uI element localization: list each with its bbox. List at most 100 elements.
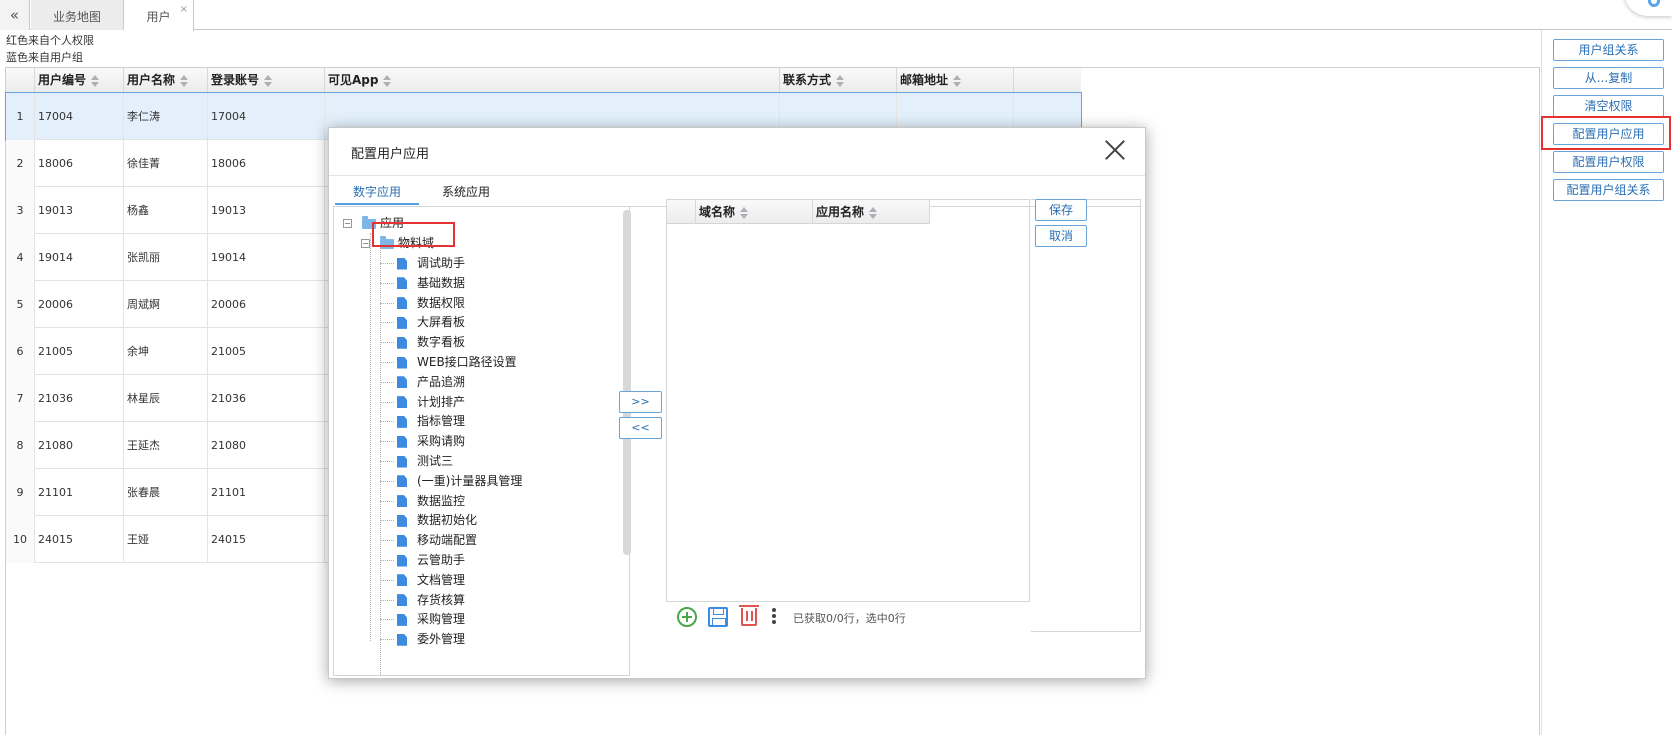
add-selected-button[interactable]: >> xyxy=(619,391,662,413)
collapse-sidebar-button[interactable]: « xyxy=(0,0,30,30)
tree-leaf-item[interactable]: 采购管理 xyxy=(397,609,465,629)
cell-login-account: 17004 xyxy=(208,93,325,140)
cell-user-id: 17004 xyxy=(35,93,124,140)
delete-icon[interactable] xyxy=(739,605,759,626)
tree-connector xyxy=(380,302,394,304)
file-icon xyxy=(397,594,407,607)
configure-user-permissions-button[interactable]: 配置用户权限 xyxy=(1553,151,1664,173)
grid-header: 用户编号 用户名称 登录账号 可见App 联系方式 邮箱地址 xyxy=(6,68,1081,93)
header-label: 域名称 xyxy=(699,205,736,219)
header-row-number xyxy=(667,200,696,224)
save-button[interactable]: 保存 xyxy=(1035,199,1087,221)
sort-icon xyxy=(180,74,189,87)
tree-node-label: 数据权限 xyxy=(417,295,466,310)
tree-leaf-item[interactable]: 大屏看板 xyxy=(397,312,465,332)
header-label: 登录账号 xyxy=(211,73,260,87)
user-group-relation-button[interactable]: 用户组关系 xyxy=(1553,39,1664,61)
configure-user-apps-dialog: 配置用户应用 数字应用 系统应用 − 应用 − 物料域 调试助手 基础数据 数据权限 大屏… xyxy=(328,127,1146,679)
tab-digital-apps[interactable]: 数字应用 xyxy=(335,181,419,205)
highlight-box xyxy=(372,222,455,247)
header-label: 应用名称 xyxy=(816,205,865,219)
tree-connector xyxy=(380,247,381,675)
tree-leaf-item[interactable]: 存货核算 xyxy=(397,590,465,610)
tree-connector xyxy=(380,619,394,621)
tree-node-label: 存货核算 xyxy=(417,592,466,607)
cell-row-number: 5 xyxy=(6,281,35,328)
tree-leaf-item[interactable]: 调试助手 xyxy=(397,253,465,273)
add-icon[interactable] xyxy=(677,607,697,627)
header-domain-name[interactable]: 域名称 xyxy=(696,200,813,224)
cell-row-number: 6 xyxy=(6,328,35,375)
tree-node-label: 委外管理 xyxy=(417,632,466,647)
tab-users-label: 用户 xyxy=(146,10,171,24)
copy-from-button[interactable]: 从...复制 xyxy=(1553,67,1664,89)
tree-leaf-item[interactable]: 文档管理 xyxy=(397,570,465,590)
remove-selected-button[interactable]: << xyxy=(619,417,662,439)
tree-leaf-item[interactable]: 云管助手 xyxy=(397,550,465,570)
tree-leaf-item[interactable]: 移动端配置 xyxy=(397,530,477,550)
tree-node-label: 云管助手 xyxy=(417,553,466,567)
tab-users[interactable]: 用户 × xyxy=(124,0,194,31)
tree-leaf-item[interactable]: 采购请购 xyxy=(397,431,465,451)
header-login-account[interactable]: 登录账号 xyxy=(208,68,325,93)
tree-node-label: 移动端配置 xyxy=(417,533,478,548)
tree-node-label: (一重)计量器具管理 xyxy=(417,473,523,488)
tree-connector xyxy=(380,480,394,482)
tree-leaf-item[interactable]: 数据权限 xyxy=(397,293,465,313)
tree-scrollbar[interactable] xyxy=(622,207,632,676)
header-visible-app[interactable]: 可见App xyxy=(325,68,780,93)
tree-node-label: 产品追溯 xyxy=(417,374,466,389)
sort-icon xyxy=(91,74,100,87)
tree-connector xyxy=(370,233,371,641)
file-icon xyxy=(397,574,407,587)
cell-row-number: 8 xyxy=(6,422,35,469)
tab-business-map[interactable]: 业务地图 xyxy=(31,0,124,30)
close-icon[interactable]: × xyxy=(180,0,188,27)
collapse-icon[interactable]: − xyxy=(361,239,370,248)
configure-user-group-relation-button[interactable]: 配置用户组关系 xyxy=(1553,179,1664,201)
cell-user-name: 张凯丽 xyxy=(124,234,208,281)
file-icon xyxy=(397,495,407,508)
file-icon xyxy=(397,415,407,428)
tree-leaf-item[interactable]: 基础数据 xyxy=(397,273,465,293)
cell-user-id: 21080 xyxy=(35,422,124,469)
tab-system-apps[interactable]: 系统应用 xyxy=(421,181,511,205)
tree-leaf-item[interactable]: 数字看板 xyxy=(397,332,465,352)
tree-connector xyxy=(380,381,394,383)
collapse-icon[interactable]: − xyxy=(343,219,352,228)
more-vertical-icon[interactable] xyxy=(772,608,776,626)
cell-login-account: 20006 xyxy=(208,281,325,328)
tree-node-label: 采购请购 xyxy=(417,434,466,449)
sort-icon xyxy=(383,74,392,87)
tree-leaf-item[interactable]: 数据初始化 xyxy=(397,510,477,530)
tree-connector xyxy=(380,500,394,502)
scrollbar-thumb[interactable] xyxy=(623,210,631,555)
close-icon[interactable] xyxy=(1103,138,1127,162)
tree-leaf-item[interactable]: 指标管理 xyxy=(397,411,465,431)
header-app-name[interactable]: 应用名称 xyxy=(813,200,930,224)
app-tree: − 应用 − 物料域 调试助手 基础数据 数据权限 大屏看板 数字看板 WEB接口路径设置 产品… xyxy=(333,207,630,676)
cell-row-number: 9 xyxy=(6,469,35,516)
logo-icon xyxy=(1648,0,1660,7)
cell-row-number: 2 xyxy=(6,140,35,187)
tree-leaf-item[interactable]: 计划排产 xyxy=(397,392,465,412)
tree-leaf-item[interactable]: WEB接口路径设置 xyxy=(397,352,517,372)
header-email[interactable]: 邮箱地址 xyxy=(897,68,1014,93)
tree-leaf-item[interactable]: 产品追溯 xyxy=(397,372,465,392)
sort-icon xyxy=(869,206,878,219)
file-icon xyxy=(397,336,407,349)
tree-connector xyxy=(380,639,394,641)
tree-leaf-item[interactable]: 数据监控 xyxy=(397,491,465,511)
header-user-name[interactable]: 用户名称 xyxy=(124,68,208,93)
tree-node-label: 计划排产 xyxy=(417,394,466,409)
header-contact[interactable]: 联系方式 xyxy=(780,68,897,93)
header-user-id[interactable]: 用户编号 xyxy=(35,68,124,93)
cancel-button[interactable]: 取消 xyxy=(1035,225,1087,247)
cell-login-account: 21036 xyxy=(208,375,325,422)
file-icon xyxy=(397,297,407,310)
tree-leaf-item[interactable]: (一重)计量器具管理 xyxy=(397,471,522,491)
tree-leaf-item[interactable]: 测试三 xyxy=(397,451,453,471)
clear-permissions-button[interactable]: 清空权限 xyxy=(1553,95,1664,117)
tree-leaf-item[interactable]: 委外管理 xyxy=(397,629,465,649)
save-icon[interactable] xyxy=(708,607,728,627)
